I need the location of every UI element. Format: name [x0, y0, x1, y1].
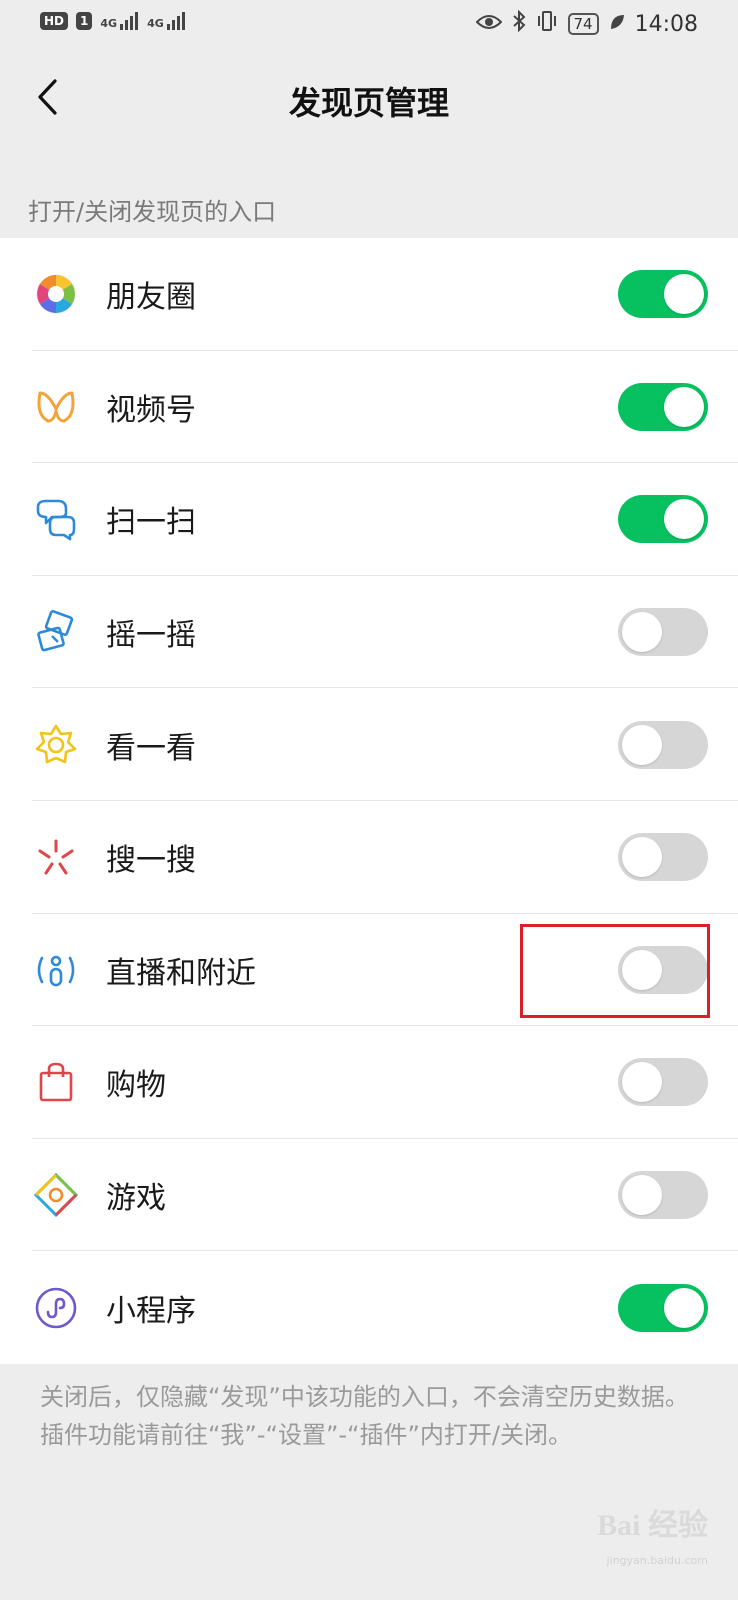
- list-item-channels: 视频号: [0, 351, 738, 464]
- games-diamond-icon: [34, 1173, 78, 1218]
- moments-aperture-icon: [34, 272, 78, 316]
- toggle-knob: [664, 1287, 704, 1328]
- item-label: 摇一摇: [106, 618, 196, 654]
- shake-icon: [34, 610, 78, 654]
- item-label: 朋友圈: [106, 280, 196, 316]
- toggle-shake[interactable]: [618, 608, 708, 657]
- signal-icon-2: 4G: [147, 12, 186, 30]
- toggle-games[interactable]: [618, 1171, 708, 1220]
- page-title: 发现页管理: [288, 84, 449, 122]
- list-item-shopping: 购物: [0, 1026, 738, 1139]
- status-left: HD 1 4G 4G: [40, 12, 186, 30]
- toggle-shopping[interactable]: [618, 1058, 708, 1107]
- baidu-watermark: Bai 经验 jingyan.baidu.com: [528, 1492, 708, 1582]
- watermark-main: Bai 经验: [597, 1509, 708, 1542]
- item-label: 搜一搜: [106, 843, 196, 879]
- nav-bar: 发现页管理: [0, 52, 738, 152]
- toggle-knob: [664, 386, 704, 427]
- highlight-annotation-box: [520, 924, 710, 1018]
- list-item-moments: 朋友圈: [0, 238, 738, 351]
- status-bar: HD 1 4G 4G 74 14:08: [0, 0, 738, 52]
- toggle-channels[interactable]: [618, 382, 708, 431]
- mini-program-icon: [34, 1286, 78, 1330]
- search-sparkle-icon: [34, 835, 78, 879]
- discover-entries-list: 朋友圈 视频号 扫一扫 摇一摇 看一看 搜一搜 直播和附近 购物 游戏 小程序: [0, 238, 738, 1364]
- toggle-knob: [622, 1175, 662, 1216]
- watermark-sub: jingyan.baidu.com: [606, 1554, 708, 1567]
- toggle-top-stories[interactable]: [618, 720, 708, 769]
- eye-icon: [475, 12, 502, 37]
- toggle-knob: [622, 837, 662, 878]
- toggle-mini-program[interactable]: [618, 1283, 708, 1332]
- toggle-knob: [664, 274, 704, 315]
- toggle-knob: [664, 499, 704, 540]
- item-label: 游戏: [106, 1181, 166, 1217]
- footer-note: 关闭后，仅隐藏“发现”中该功能的入口，不会清空历史数据。插件功能请前往“我”-“…: [40, 1383, 689, 1449]
- channels-butterfly-icon: [34, 385, 78, 429]
- scan-icon: [34, 497, 78, 541]
- top-stories-star-icon: [34, 723, 78, 767]
- toggle-scan[interactable]: [618, 495, 708, 544]
- live-nearby-person-icon: [34, 948, 78, 992]
- list-item-games: 游戏: [0, 1139, 738, 1252]
- toggle-knob: [622, 724, 662, 765]
- item-label: 小程序: [106, 1293, 196, 1329]
- vibrate-icon: [536, 10, 558, 38]
- list-item-mini-program: 小程序: [0, 1251, 738, 1364]
- battery-indicator: 74: [567, 13, 599, 35]
- bluetooth-icon: [512, 9, 526, 38]
- list-item-scan: 扫一扫: [0, 463, 738, 576]
- item-label: 直播和附近: [106, 955, 256, 991]
- status-right: 74 14:08: [475, 9, 698, 38]
- signal-icon-1: 4G: [100, 12, 139, 30]
- hd-badge: HD: [40, 12, 69, 30]
- toggle-search[interactable]: [618, 833, 708, 882]
- section-label: 打开/关闭发现页的入口: [28, 198, 277, 226]
- list-item-top-stories: 看一看: [0, 688, 738, 801]
- item-label: 扫一扫: [106, 505, 196, 541]
- toggle-knob: [622, 612, 662, 653]
- sim-badge: 1: [76, 12, 93, 30]
- shopping-bag-icon: [34, 1060, 78, 1104]
- leaf-icon: [609, 12, 625, 37]
- status-time: 14:08: [634, 11, 698, 37]
- item-label: 购物: [106, 1068, 166, 1104]
- list-item-search: 搜一搜: [0, 801, 738, 914]
- toggle-knob: [622, 1062, 662, 1103]
- item-label: 看一看: [106, 730, 196, 766]
- toggle-moments[interactable]: [618, 270, 708, 319]
- list-item-shake: 摇一摇: [0, 576, 738, 689]
- item-label: 视频号: [106, 392, 196, 428]
